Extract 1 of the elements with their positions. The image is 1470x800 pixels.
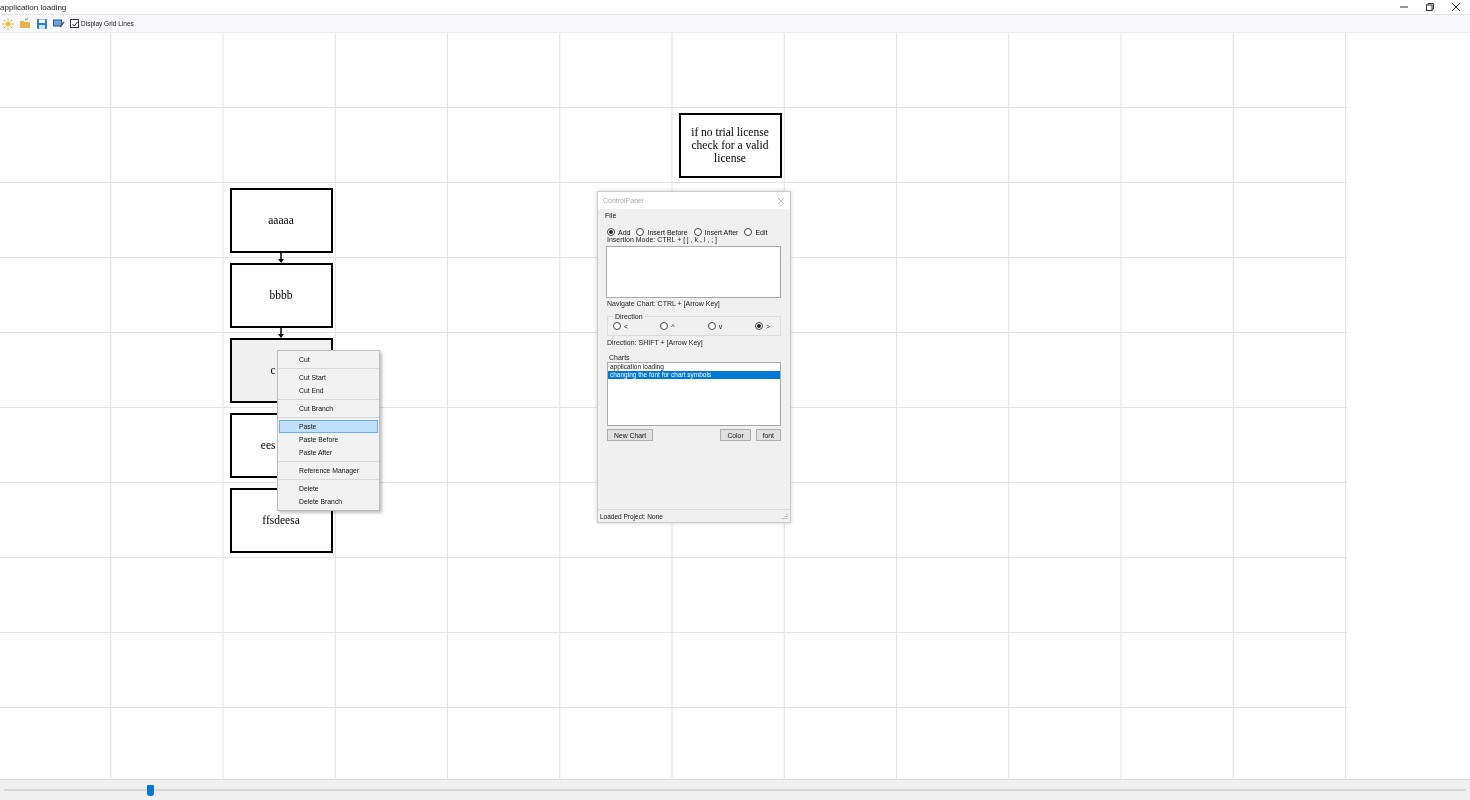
window-title: application loading (0, 2, 67, 12)
